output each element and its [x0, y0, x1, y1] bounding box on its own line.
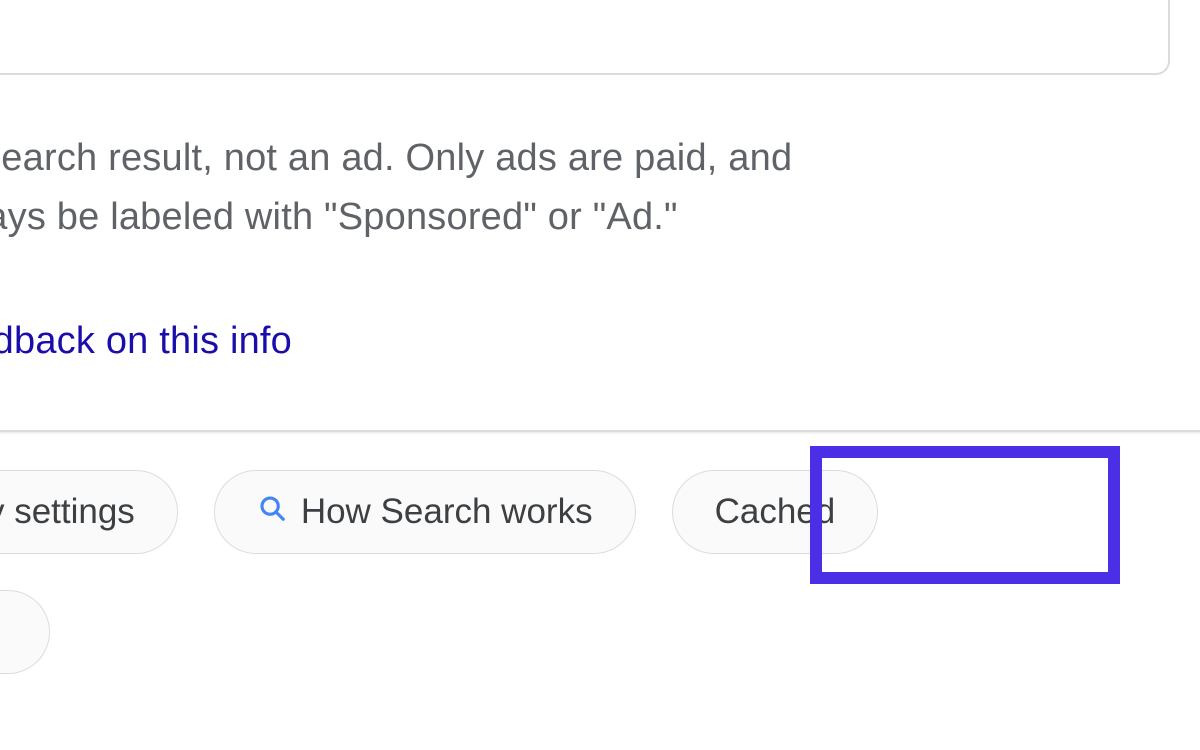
search-icon: [257, 492, 287, 532]
partial-chip[interactable]: [0, 590, 50, 674]
privacy-settings-chip[interactable]: acy settings: [0, 470, 178, 554]
privacy-settings-label: acy settings: [0, 492, 135, 532]
info-line-1: a search result, not an ad. Only ads are…: [0, 130, 1150, 187]
feedback-label: eedback on this info: [0, 320, 292, 362]
send-feedback-link[interactable]: eedback on this info: [0, 320, 292, 363]
cached-label: Cached: [715, 492, 836, 532]
info-line-2: lways be labeled with "Sponsored" or "Ad…: [0, 189, 1150, 246]
how-search-works-chip[interactable]: How Search works: [214, 470, 636, 554]
action-chip-row: acy settings How Search works Cached: [0, 470, 878, 554]
section-divider: [0, 428, 1200, 434]
how-search-works-label: How Search works: [301, 492, 593, 532]
info-description: a search result, not an ad. Only ads are…: [0, 130, 1150, 246]
cached-chip[interactable]: Cached: [672, 470, 879, 554]
result-info-panel: [0, 0, 1170, 75]
